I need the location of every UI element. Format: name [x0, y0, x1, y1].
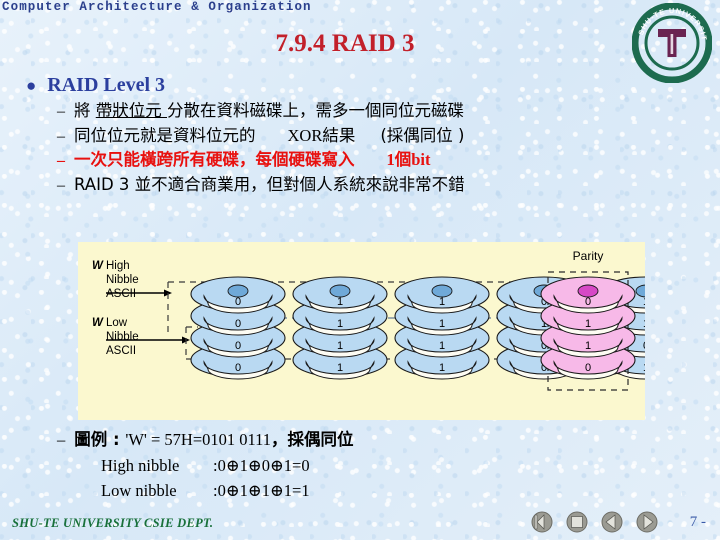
bullet-dot-icon: ● [26, 76, 37, 95]
svg-text:1: 1 [337, 296, 343, 308]
svg-text:1: 1 [643, 362, 645, 374]
footer-organization: SHU-TE UNIVERSITY CSIE DEPT. [12, 516, 214, 530]
legend-row: – 圖例 : 'W' = 57H=0101 0111，採偶同位 [57, 428, 710, 453]
bullet-item-3-pre: 一次只能橫跨所有硬碟，每個硬碟寫入 [74, 150, 355, 170]
nav-next-button[interactable] [636, 511, 658, 533]
svg-text:ASCII: ASCII [106, 345, 136, 357]
svg-text:0: 0 [643, 340, 645, 352]
bullet-item-2: – 同位位元就是資料位元的 XOR結果 (採偶同位 ) [57, 124, 710, 149]
svg-text:Nibble: Nibble [106, 331, 139, 343]
disk-3: 1 1 1 1 [394, 276, 490, 380]
svg-text:1: 1 [439, 296, 445, 308]
bullet-item-1-post: 分散在資料磁碟上，需多一個同位元磁碟 [167, 101, 464, 120]
course-header: Computer Architecture & Organization [2, 0, 312, 14]
low-nibble-expression: :0⊕1⊕1⊕1=1 [213, 480, 310, 500]
svg-text:W: W [92, 260, 104, 272]
dash-icon: – [57, 152, 65, 170]
high-nibble-expression: :0⊕1⊕0⊕1=0 [213, 455, 310, 475]
bullet-item-2-mid: XOR結果 [287, 125, 356, 145]
high-nibble-label: High nibble [101, 455, 180, 475]
nav-first-button[interactable] [531, 511, 553, 533]
svg-text:0: 0 [585, 296, 591, 308]
parity-label: Parity [573, 249, 604, 263]
low-nibble-label: Low nibble [101, 480, 177, 500]
svg-text:0: 0 [235, 362, 241, 374]
svg-text:1: 1 [439, 362, 445, 374]
legend-post: ，採偶同位 [271, 430, 354, 449]
bullet-item-1-pre: 將 [74, 101, 96, 120]
svg-text:Low: Low [106, 317, 128, 329]
svg-text:1: 1 [585, 340, 591, 352]
disk-2: 1 1 1 1 [292, 276, 388, 380]
svg-text:1: 1 [643, 318, 645, 330]
dash-icon: – [57, 103, 65, 120]
dash-icon: – [57, 127, 65, 145]
closing-notes: – 圖例 : 'W' = 57H=0101 0111，採偶同位 High nib… [57, 428, 710, 503]
svg-text:1: 1 [585, 318, 591, 330]
raid3-diagram-svg: W High Nibble ASCII W Low Nibble ASCII 0… [92, 249, 645, 391]
svg-text:0: 0 [235, 296, 241, 308]
legend-pre: 圖例 : [74, 430, 126, 449]
legend-value: 'W' = 57H=0101 0111 [125, 430, 272, 449]
raid3-disk-diagram: W High Nibble ASCII W Low Nibble ASCII 0… [78, 242, 645, 420]
bullet-item-2-pre: 同位位元就是資料位元的 [74, 125, 256, 145]
bullet-item-3: – 一次只能橫跨所有硬碟，每個硬碟寫入 1個bit [57, 148, 710, 173]
page-title: 7.9.4 RAID 3 [275, 30, 415, 57]
page-number: 7 - [689, 514, 706, 530]
bullet-level1: ● RAID Level 3 [26, 74, 710, 97]
svg-text:1: 1 [439, 318, 445, 330]
low-nibble-row: Low nibble :0⊕1⊕1⊕1=1 [101, 478, 710, 503]
svg-text:1: 1 [643, 296, 645, 308]
high-nibble-row: High nibble :0⊕1⊕0⊕1=0 [101, 453, 710, 478]
svg-text:0: 0 [235, 318, 241, 330]
bullet-item-2-post: (採偶同位 ) [380, 125, 465, 145]
annotation-low-nibble: W Low Nibble ASCII [92, 317, 190, 357]
annotation-high-nibble: W High Nibble ASCII [92, 260, 172, 300]
bullet-list: ● RAID Level 3 – 將 帶狀位元 分散在資料磁碟上，需多一個同位元… [26, 74, 710, 197]
disk-parity: 0 1 1 0 [540, 276, 636, 380]
bullet-item-1: – 將 帶狀位元 分散在資料磁碟上，需多一個同位元磁碟 [57, 99, 710, 124]
svg-text:1: 1 [439, 340, 445, 352]
svg-text:0: 0 [585, 362, 591, 374]
svg-text:1: 1 [337, 318, 343, 330]
dash-icon: – [57, 176, 65, 194]
bullet-level1-label: RAID Level 3 [47, 74, 166, 96]
svg-text:0: 0 [235, 340, 241, 352]
svg-text:1: 1 [337, 340, 343, 352]
svg-text:1: 1 [337, 362, 343, 374]
svg-text:High: High [106, 260, 130, 272]
bullet-item-3-post: 1個bit [386, 150, 431, 170]
slide-canvas: Computer Architecture & Organization SHU… [0, 0, 720, 540]
nav-home-button[interactable] [566, 511, 588, 533]
bullet-item-4: – RAID 3 並不適合商業用，但對個人系統來說非常不錯 [57, 173, 710, 198]
svg-text:ASCII: ASCII [106, 288, 136, 300]
dash-icon: – [57, 430, 66, 449]
nav-previous-button[interactable] [601, 511, 623, 533]
navigation-buttons [531, 511, 658, 533]
bullet-item-4-text: RAID 3 並不適合商業用，但對個人系統來說非常不錯 [74, 174, 465, 194]
svg-text:W: W [92, 317, 104, 329]
svg-text:Nibble: Nibble [106, 274, 139, 286]
bullet-item-1-underlined: 帶狀位元 [95, 101, 167, 120]
disk-1: 0 0 0 0 [190, 276, 286, 380]
